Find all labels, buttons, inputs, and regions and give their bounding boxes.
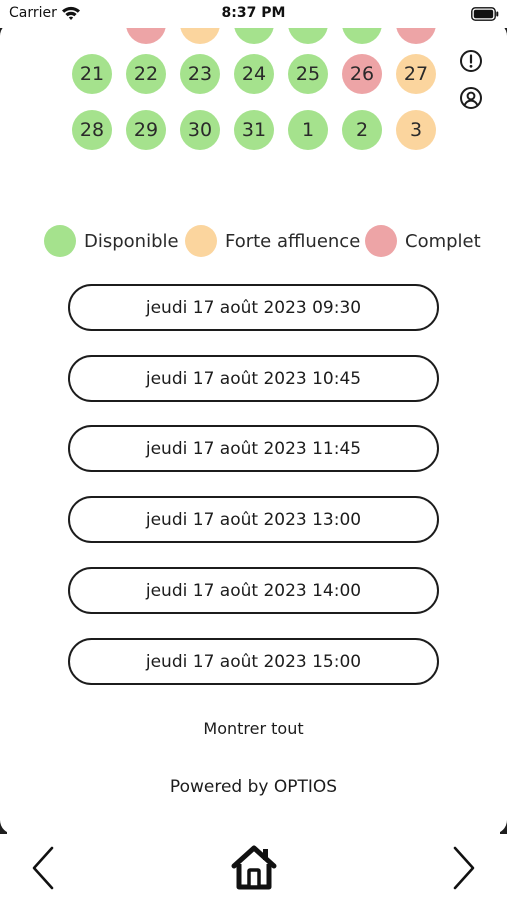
legend-dot-forte-affluence bbox=[185, 225, 217, 257]
legend-label: Forte affluence bbox=[225, 230, 361, 252]
time-slot-button[interactable]: jeudi 17 août 2023 09:30 bbox=[68, 284, 439, 331]
home-icon[interactable] bbox=[230, 844, 278, 890]
legend-label: Disponible bbox=[84, 230, 179, 252]
profile-icon[interactable] bbox=[459, 86, 483, 110]
status-bar: Carrier 8:37 PM bbox=[0, 0, 507, 28]
calendar-day[interactable]: 24 bbox=[234, 54, 274, 94]
calendar-day[interactable]: 3 bbox=[396, 110, 436, 150]
time-slot-button[interactable]: jeudi 17 août 2023 14:00 bbox=[68, 567, 439, 614]
legend-dot-disponible bbox=[44, 225, 76, 257]
legend-dot-complet bbox=[365, 225, 397, 257]
calendar-day[interactable]: 1 bbox=[288, 110, 328, 150]
time-slot-button[interactable]: jeudi 17 août 2023 11:45 bbox=[68, 425, 439, 472]
info-icon[interactable] bbox=[459, 49, 483, 73]
calendar-day[interactable]: 28 bbox=[72, 110, 112, 150]
back-chevron-icon[interactable] bbox=[30, 846, 56, 890]
bottom-navigation bbox=[0, 834, 507, 900]
calendar-day[interactable]: 30 bbox=[180, 110, 220, 150]
calendar-day[interactable]: 29 bbox=[126, 110, 166, 150]
forward-chevron-icon[interactable] bbox=[451, 846, 477, 890]
calendar-day[interactable]: 26 bbox=[342, 54, 382, 94]
legend-complet: Complet bbox=[365, 224, 481, 258]
calendar-grid: 21 22 23 24 25 26 27 28 29 30 31 1 2 3 bbox=[0, 4, 507, 182]
calendar-day[interactable]: 22 bbox=[126, 54, 166, 94]
time-slot-button[interactable]: jeudi 17 août 2023 13:00 bbox=[68, 496, 439, 543]
calendar-day[interactable]: 21 bbox=[72, 54, 112, 94]
show-all-link[interactable]: Montrer tout bbox=[0, 719, 507, 738]
time-slot-button[interactable]: jeudi 17 août 2023 15:00 bbox=[68, 638, 439, 685]
legend-forte-affluence: Forte affluence bbox=[185, 224, 360, 258]
calendar-day[interactable]: 2 bbox=[342, 110, 382, 150]
calendar-day[interactable]: 25 bbox=[288, 54, 328, 94]
legend-label: Complet bbox=[405, 230, 481, 252]
powered-by-text: Powered by OPTIOS bbox=[169, 777, 338, 797]
time-slot-button[interactable]: jeudi 17 août 2023 10:45 bbox=[68, 355, 439, 402]
calendar-day[interactable]: 23 bbox=[180, 54, 220, 94]
booking-card: 21 22 23 24 25 26 27 28 29 30 31 1 2 3 D… bbox=[0, 4, 507, 834]
calendar-day[interactable]: 31 bbox=[234, 110, 274, 150]
availability-legend: Disponible Forte affluence Complet bbox=[0, 224, 507, 258]
calendar-week-3: 28 29 30 31 1 2 3 bbox=[0, 110, 507, 150]
battery-icon bbox=[471, 7, 499, 21]
clock-time: 8:37 PM bbox=[221, 5, 286, 21]
calendar-week-2: 21 22 23 24 25 26 27 bbox=[0, 54, 507, 94]
legend-disponible: Disponible bbox=[44, 224, 179, 258]
calendar-day[interactable]: 27 bbox=[396, 54, 436, 94]
